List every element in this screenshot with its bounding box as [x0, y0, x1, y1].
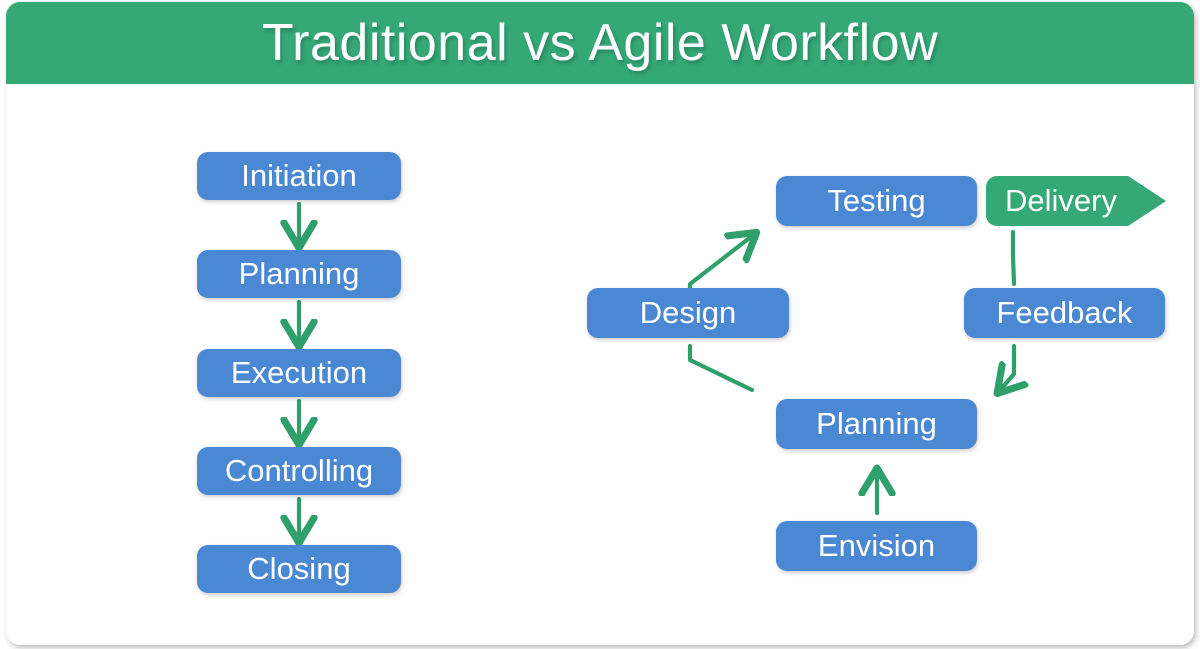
header-bar: Traditional vs Agile Workflow: [6, 2, 1194, 84]
connector-feedback-planning: [1001, 343, 1014, 389]
diagram-canvas: Initiation Planning Execution Controllin…: [6, 84, 1194, 645]
node-envision-label: Envision: [817, 528, 936, 563]
node-testing[interactable]: Testing: [776, 176, 977, 226]
page-title: Traditional vs Agile Workflow: [261, 14, 939, 72]
node-design-label: Design: [639, 295, 737, 330]
connector-layer: [6, 201, 1194, 645]
node-execution-label: Execution: [230, 355, 368, 390]
node-planning-agile[interactable]: Planning: [776, 399, 977, 449]
node-closing[interactable]: Closing: [197, 545, 401, 593]
slide-card: Traditional vs Agile Workflow Initiation…: [6, 2, 1194, 645]
node-planning-traditional-label: Planning: [238, 256, 360, 291]
node-feedback-label: Feedback: [996, 295, 1133, 330]
node-closing-label: Closing: [247, 551, 351, 586]
node-design[interactable]: Design: [587, 288, 789, 338]
watermark: [566, 600, 736, 628]
node-delivery[interactable]: Delivery: [986, 176, 1166, 226]
node-feedback[interactable]: Feedback: [964, 288, 1165, 338]
connector-design-planning: [687, 343, 755, 393]
node-testing-label: Testing: [827, 183, 926, 218]
node-initiation[interactable]: Initiation: [197, 152, 401, 200]
node-controlling-label: Controlling: [224, 453, 374, 488]
node-envision[interactable]: Envision: [776, 521, 977, 571]
node-controlling[interactable]: Controlling: [197, 447, 401, 495]
connector-delivery-planning: [1010, 229, 1017, 287]
node-planning-agile-label: Planning: [816, 406, 937, 441]
node-execution[interactable]: Execution: [197, 349, 401, 397]
node-planning-traditional[interactable]: Planning: [197, 250, 401, 298]
node-initiation-label: Initiation: [241, 158, 357, 193]
node-delivery-label: Delivery: [1005, 183, 1117, 218]
